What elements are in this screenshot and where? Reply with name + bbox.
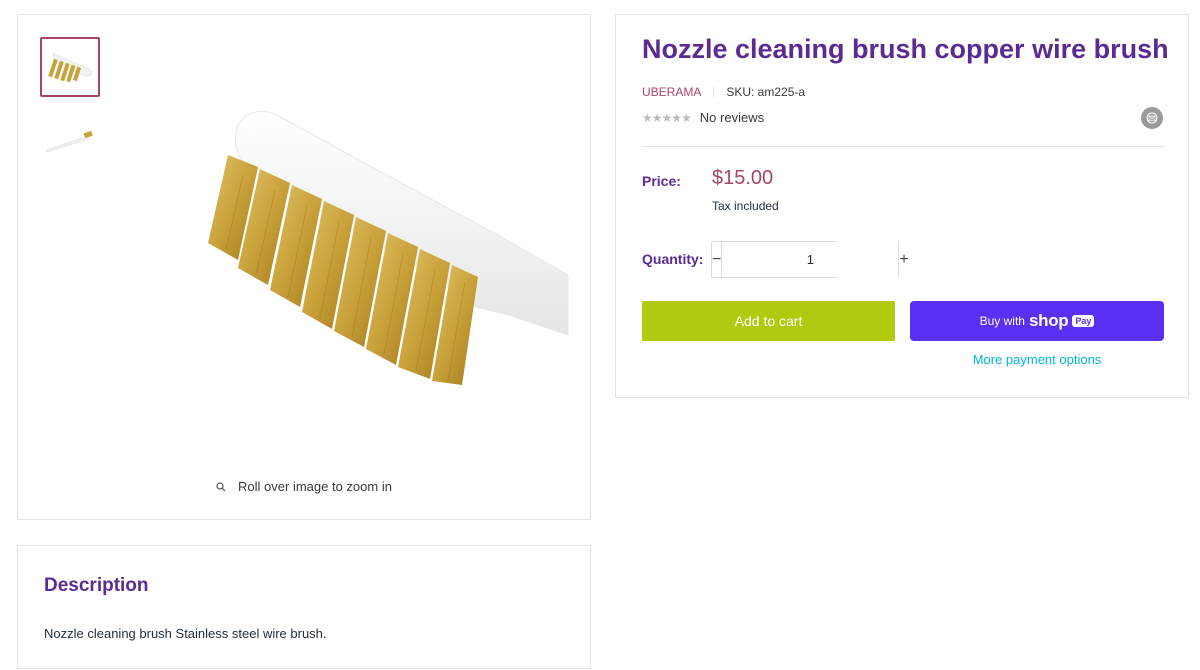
sku-text: SKU: am225-a [726, 85, 806, 99]
zoom-hint: Roll over image to zoom in [18, 479, 590, 494]
product-info-card: Nozzle cleaning brush copper wire brush … [615, 14, 1189, 398]
price-label: Price: [642, 173, 681, 189]
more-payment-options-link[interactable]: More payment options [910, 352, 1164, 367]
rating-stars: ★★★★★ [642, 110, 692, 125]
thumbnail-list [40, 37, 100, 185]
reviews-count: No reviews [699, 110, 765, 125]
thumbnail-brush-closeup[interactable] [40, 37, 100, 97]
product-gallery: Roll over image to zoom in [17, 14, 591, 520]
rating[interactable]: ★★★★★ No reviews [642, 110, 764, 125]
product-price: $15.00 [712, 167, 774, 189]
quantity-label: Quantity: [642, 251, 704, 267]
product-title: Nozzle cleaning brush copper wire brush [642, 34, 1169, 64]
description-title: Description [44, 575, 149, 596]
brush-image [208, 111, 569, 385]
quantity-increment-button[interactable]: + [899, 242, 908, 277]
meta-divider [713, 86, 715, 98]
buy-with-label: Buy with [979, 314, 1025, 328]
buy-with-shop-pay-button[interactable]: Buy with shop Pay [910, 301, 1164, 341]
vendor-link[interactable]: UBERAMA [642, 85, 701, 99]
add-to-cart-button[interactable]: Add to cart [642, 301, 895, 341]
brush-thumbnail-image [45, 130, 93, 153]
description-card: Description Nozzle cleaning brush Stainl… [17, 545, 591, 669]
description-text: Nozzle cleaning brush Stainless steel wi… [44, 626, 327, 641]
share-email-button[interactable] [1141, 107, 1163, 129]
shop-pay-badge: Pay [1072, 315, 1095, 327]
quantity-decrement-button[interactable]: − [712, 242, 721, 277]
info-divider [642, 146, 1164, 147]
search-icon [216, 481, 226, 491]
thumbnail-brush-full[interactable] [40, 111, 100, 171]
product-meta: UBERAMA SKU: am225-a [642, 85, 805, 99]
mail-icon [1146, 112, 1158, 124]
zoom-hint-text: Roll over image to zoom in [238, 479, 392, 494]
brush-thumbnail-image [48, 52, 92, 83]
tax-note: Tax included [712, 199, 779, 213]
quantity-input[interactable] [721, 242, 900, 277]
quantity-stepper: − + [711, 241, 909, 278]
product-main-image[interactable] [168, 85, 588, 415]
shop-pay-logo-text: shop [1028, 311, 1069, 330]
